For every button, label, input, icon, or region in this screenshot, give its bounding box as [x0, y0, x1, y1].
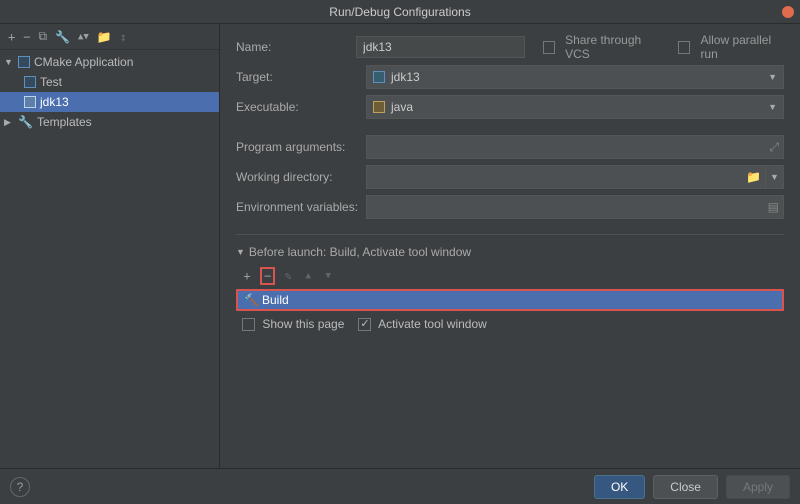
executable-combo[interactable]: java ▼ — [366, 95, 784, 119]
wdir-row: Working directory: 📁 ▼ — [236, 164, 784, 190]
task-row-build[interactable]: 🔨 Build — [236, 289, 784, 311]
app-icon — [24, 76, 36, 88]
hammer-icon: 🔨 — [244, 293, 256, 307]
name-row: Name: Share through VCS Allow parallel r… — [236, 34, 784, 60]
chevron-down-icon: ▼ — [236, 247, 245, 257]
close-icon[interactable] — [782, 6, 794, 18]
executable-value: java — [391, 100, 413, 114]
name-label: Name: — [236, 40, 356, 54]
target-icon — [373, 71, 385, 83]
expand-icon[interactable]: ⤢ — [769, 140, 779, 155]
titlebar: Run/Debug Configurations — [0, 0, 800, 24]
remove-task-icon[interactable]: − — [264, 269, 271, 283]
tree-group-label: CMake Application — [34, 55, 133, 69]
exe-icon — [373, 101, 385, 113]
wdir-label: Working directory: — [236, 170, 366, 184]
content-pane: Name: Share through VCS Allow parallel r… — [220, 24, 800, 468]
checkbox-checked-icon — [358, 318, 371, 331]
before-launch-toolbar: + − ✎ ▲ ▼ — [236, 265, 784, 287]
wdir-extra-button[interactable]: ▼ — [766, 165, 784, 189]
tree-item-jdk13[interactable]: jdk13 — [0, 92, 219, 112]
config-tree: ▼ CMake Application Test jdk13 ▶ 🔧 Templ… — [0, 50, 219, 468]
add-icon[interactable]: + — [8, 30, 15, 44]
allow-parallel-check[interactable]: Allow parallel run — [678, 33, 784, 61]
copy-icon[interactable]: ⧉ — [38, 29, 47, 44]
tree-item-label: jdk13 — [40, 95, 69, 109]
edit-task-icon[interactable]: ✎ — [281, 269, 295, 283]
share-vcs-check[interactable]: Share through VCS — [543, 33, 660, 61]
show-page-label: Show this page — [262, 317, 344, 331]
list-icon[interactable]: ▤ — [768, 200, 779, 214]
ok-button[interactable]: OK — [594, 475, 645, 499]
checkbox-icon — [678, 41, 690, 54]
remove-icon[interactable]: − — [23, 30, 30, 44]
env-input[interactable]: ▤ — [366, 195, 784, 219]
up-down-icon[interactable]: ▲▼ — [78, 32, 89, 42]
folder-icon[interactable]: 📁 — [746, 170, 761, 184]
close-button[interactable]: Close — [653, 475, 718, 499]
target-value: jdk13 — [391, 70, 420, 84]
templates-label: Templates — [37, 115, 92, 129]
task-label: Build — [262, 293, 289, 307]
folder-icon[interactable]: 📁 — [97, 30, 112, 44]
task-list: 🔨 Build — [236, 289, 784, 311]
cmake-icon — [18, 56, 30, 68]
tree-item-label: Test — [40, 75, 62, 89]
settings-icon[interactable]: 🔧 — [55, 30, 70, 44]
tree-item-test[interactable]: Test — [0, 72, 219, 92]
sidebar-toolbar: + − ⧉ 🔧 ▲▼ 📁 ↕ — [0, 24, 219, 50]
name-input[interactable] — [356, 36, 525, 58]
activate-window-check[interactable]: Activate tool window — [358, 317, 486, 331]
activate-window-label: Activate tool window — [378, 317, 487, 331]
target-combo[interactable]: jdk13 ▼ — [366, 65, 784, 89]
move-up-icon[interactable]: ▲ — [301, 271, 315, 281]
wdir-input[interactable]: 📁 — [366, 165, 766, 189]
progargs-row: Program arguments: ⤢ — [236, 134, 784, 160]
env-label: Environment variables: — [236, 200, 366, 214]
executable-row: Executable: java ▼ — [236, 94, 784, 120]
divider — [236, 234, 784, 235]
wrench-icon: 🔧 — [18, 115, 33, 129]
remove-task-highlight: − — [260, 267, 275, 285]
chevron-down-icon: ▼ — [768, 72, 777, 82]
bottom-bar: ? OK Close Apply — [0, 468, 800, 504]
chevron-down-icon: ▼ — [768, 102, 777, 112]
tree-group-cmake[interactable]: ▼ CMake Application — [0, 52, 219, 72]
window-title: Run/Debug Configurations — [329, 5, 470, 19]
tree-templates[interactable]: ▶ 🔧 Templates — [0, 112, 219, 132]
main-area: + − ⧉ 🔧 ▲▼ 📁 ↕ ▼ CMake Application Test … — [0, 24, 800, 468]
app-icon — [24, 96, 36, 108]
apply-button[interactable]: Apply — [726, 475, 790, 499]
executable-label: Executable: — [236, 100, 366, 114]
help-button[interactable]: ? — [10, 477, 30, 497]
env-row: Environment variables: ▤ — [236, 194, 784, 220]
progargs-label: Program arguments: — [236, 140, 366, 154]
sidebar: + − ⧉ 🔧 ▲▼ 📁 ↕ ▼ CMake Application Test … — [0, 24, 220, 468]
show-page-check[interactable]: Show this page — [242, 317, 344, 331]
target-label: Target: — [236, 70, 366, 84]
share-vcs-label: Share through VCS — [565, 33, 660, 61]
collapse-icon[interactable]: ↕ — [120, 30, 127, 44]
post-launch-checks: Show this page Activate tool window — [236, 317, 784, 331]
chevron-down-icon: ▼ — [4, 57, 14, 67]
before-launch-label: Before launch: Build, Activate tool wind… — [249, 245, 471, 259]
chevron-right-icon: ▶ — [4, 117, 14, 128]
progargs-input[interactable]: ⤢ — [366, 135, 784, 159]
allow-parallel-label: Allow parallel run — [700, 33, 784, 61]
target-row: Target: jdk13 ▼ — [236, 64, 784, 90]
add-task-icon[interactable]: + — [240, 269, 254, 283]
checkbox-icon — [543, 41, 555, 54]
before-launch-header[interactable]: ▼ Before launch: Build, Activate tool wi… — [236, 245, 784, 259]
move-down-icon[interactable]: ▼ — [321, 271, 335, 281]
checkbox-icon — [242, 318, 255, 331]
